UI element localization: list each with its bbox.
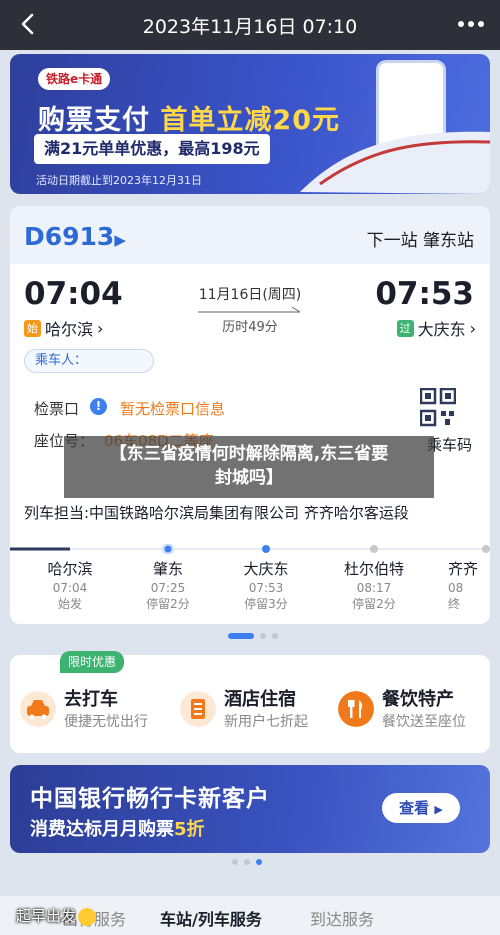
ticket-card: D6913▶ 下一站 肇东站 07:04 07:53 11月16日(周四) 历时… <box>10 206 490 624</box>
service-desc: 便捷无忧出行 <box>64 714 148 730</box>
train-number-text: D6913 <box>24 222 115 251</box>
stop-status: 停留2分 <box>146 597 190 611</box>
travel-date: 11月16日(周四) <box>198 287 302 303</box>
more-options-icon[interactable] <box>456 12 486 36</box>
banner2-subtitle: 消费达标月月购票5折 <box>30 815 205 841</box>
stop-item[interactable]: 大庆东 07:53 停留3分 <box>216 558 316 612</box>
stop-status: 停留3分 <box>244 597 288 611</box>
page-title: 2023年11月16日 07:10 <box>142 16 358 38</box>
train-operator: 列车担当:中国铁路哈尔滨局集团有限公司 齐齐哈尔客运段 <box>24 504 409 522</box>
ad-banner-bank-card[interactable]: 中国银行畅行卡新客户 消费达标月月购票5折 查看 ▶ <box>10 765 490 853</box>
start-tag: 始 <box>24 319 41 337</box>
tab-station-train-services[interactable]: 车站/列车服务 <box>160 906 262 930</box>
top-bar: 2023年11月16日 07:10 <box>0 0 500 50</box>
departure-station-name: 哈尔滨 <box>45 320 94 339</box>
watermark-label: 起早出发 <box>16 907 77 925</box>
service-name: 去打车 <box>64 689 118 710</box>
dining-icon <box>338 691 374 727</box>
tab-arrival-services[interactable]: 到达服务 <box>310 906 374 930</box>
stop-name: 哈尔滨 <box>47 560 93 578</box>
watermark-text: 起早出发 <box>16 905 97 926</box>
banner-date: 活动日期截止到2023年12月31日 <box>36 174 202 187</box>
stop-name: 杜尔伯特 <box>343 560 404 578</box>
view-button[interactable]: 查看 ▶ <box>382 793 460 823</box>
car-icon <box>20 691 56 727</box>
chevron-right-icon: › <box>97 318 104 338</box>
arrival-station-name: 大庆东 <box>417 320 466 339</box>
caption-line-2: 封城吗】 <box>215 468 283 488</box>
view-button-label: 查看 <box>399 799 430 817</box>
stop-item[interactable]: 杜尔伯特 08:17 停留2分 <box>324 558 424 612</box>
stop-status: 终 <box>448 597 461 611</box>
service-name: 餐饮特产 <box>382 689 454 710</box>
stop-time: 08 <box>448 581 464 595</box>
route-line <box>10 544 490 554</box>
caret-right-icon: ▶ <box>114 231 126 249</box>
banner2-subtitle-b: 5折 <box>174 819 205 840</box>
pager-dot-active <box>228 633 254 639</box>
stop-item[interactable]: 哈尔滨 07:04 始发 <box>20 558 120 612</box>
rider-pill[interactable]: 乘车人： <box>24 349 154 373</box>
stop-name: 大庆东 <box>243 560 289 578</box>
stop-time: 07:04 <box>52 581 88 595</box>
pager-dot <box>232 859 238 865</box>
caption-overlay: 【东三省疫情何时解除隔离,东三省要 封城吗】 <box>64 436 434 498</box>
ad-banner-payment[interactable]: 铁路e卡通 购票支付 首单立减20元 满21元单单优惠，最高198元 活动日期截… <box>10 54 490 194</box>
service-desc: 新用户七折起 <box>224 714 308 730</box>
banner2-title: 中国银行畅行卡新客户 <box>30 786 270 812</box>
hotel-icon <box>180 691 216 727</box>
stop-item[interactable]: 肇东 07:25 停留2分 <box>118 558 218 612</box>
stop-name: 肇东 <box>152 560 183 578</box>
pager-dot-active <box>256 859 262 865</box>
chevron-right-icon: › <box>469 318 476 338</box>
gate-value: 暂无检票口信息 <box>120 400 226 418</box>
pager-dot <box>272 633 278 639</box>
banner-pager <box>232 859 262 865</box>
pager-dot <box>244 859 250 865</box>
arrival-time: 07:53 <box>375 276 474 312</box>
service-name: 酒店住宿 <box>224 689 296 710</box>
info-icon[interactable]: ! <box>90 398 107 415</box>
stop-item[interactable]: 齐齐 08 终 <box>432 558 490 612</box>
gate-label: 检票口 <box>34 400 80 418</box>
departure-station[interactable]: 始 哈尔滨 › <box>24 316 103 340</box>
stop-time: 08:17 <box>356 581 392 595</box>
travel-duration: 历时49分 <box>222 320 278 335</box>
pager-dot <box>260 633 266 639</box>
train-number[interactable]: D6913▶ <box>24 222 126 251</box>
stop-name: 齐齐 <box>448 560 479 578</box>
banner-headline-a: 购票支付 <box>38 105 150 136</box>
stop-status: 始发 <box>57 597 82 611</box>
departure-time: 07:04 <box>24 276 123 312</box>
banner-offer: 满21元单单优惠，最高198元 <box>34 134 270 164</box>
ticket-pager <box>228 633 278 639</box>
services-card: 限时优惠 去打车 便捷无忧出行 酒店住宿 新用户七折起 餐饮特产 餐饮送至座位 <box>10 651 490 753</box>
caption-line-1: 【东三省疫情何时解除隔离,东三省要 <box>109 444 389 464</box>
arrival-station[interactable]: 过 大庆东 › <box>396 316 476 340</box>
emoji-icon <box>78 907 97 926</box>
promo-badge: 限时优惠 <box>60 651 125 673</box>
play-icon: ▶ <box>434 803 443 816</box>
stop-time: 07:25 <box>150 581 186 595</box>
banner2-subtitle-a: 消费达标月月购票 <box>30 819 174 840</box>
stop-time: 07:53 <box>248 581 284 595</box>
qr-code-icon[interactable] <box>420 388 456 428</box>
service-desc: 餐饮送至座位 <box>382 714 466 730</box>
railway-ecard-logo: 铁路e卡通 <box>38 68 111 90</box>
train-illustration <box>300 131 490 194</box>
direction-arrow-icon <box>198 306 301 313</box>
next-station: 下一站 肇东站 <box>366 231 474 251</box>
pass-tag: 过 <box>396 319 414 337</box>
stop-status: 停留2分 <box>352 597 396 611</box>
